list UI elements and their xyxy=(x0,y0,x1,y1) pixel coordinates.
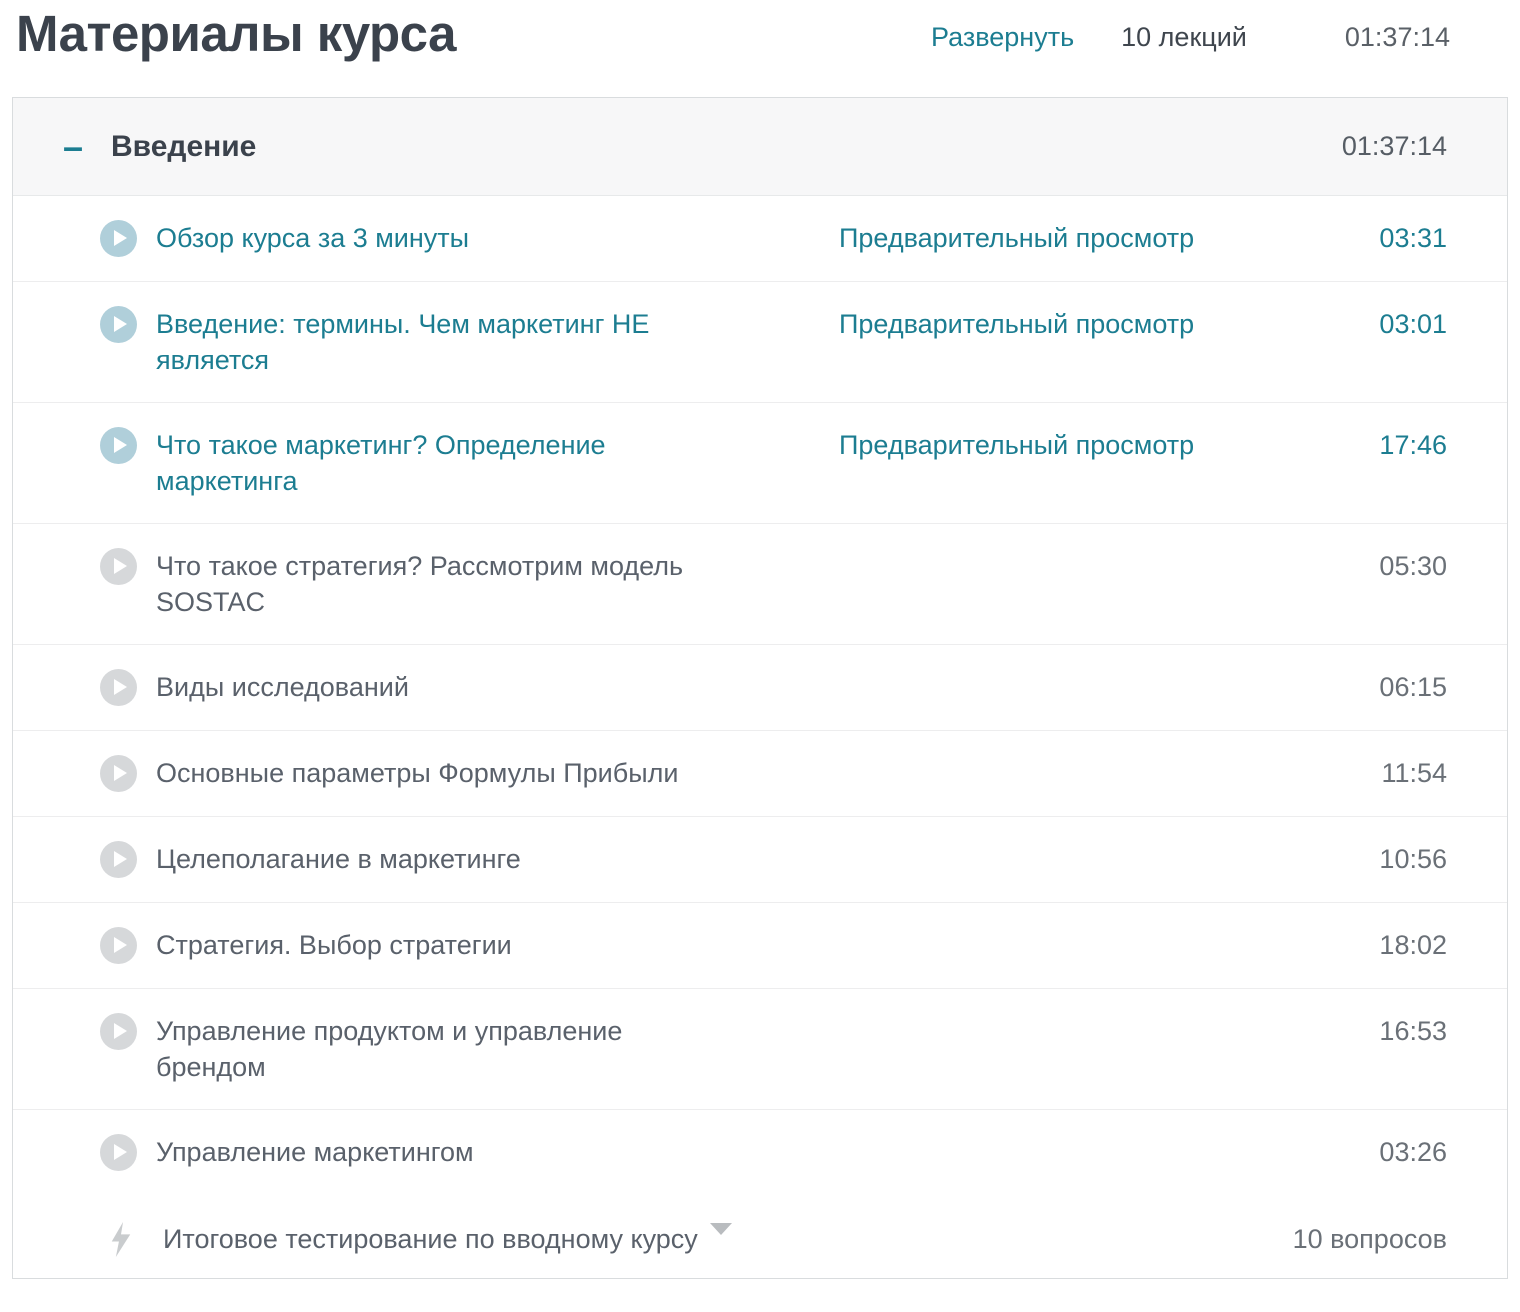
preview-badge[interactable]: Предварительный просмотр xyxy=(716,220,1247,256)
lightning-icon xyxy=(108,1221,134,1258)
quiz-questions-count: 10 вопросов xyxy=(1187,1221,1447,1257)
lecture-row[interactable]: Целеполагание в маркетинге 10:56 xyxy=(13,817,1507,903)
section-header-introduction[interactable]: – Введение 01:37:14 xyxy=(13,98,1507,196)
lecture-row[interactable]: Обзор курса за 3 минуты Предварительный … xyxy=(13,196,1507,282)
total-duration: 01:37:14 xyxy=(1345,22,1450,53)
lecture-duration: 11:54 xyxy=(1247,755,1447,791)
lecture-title[interactable]: Управление продуктом и управление брендо… xyxy=(156,1013,716,1085)
lecture-duration: 10:56 xyxy=(1247,841,1447,877)
play-icon xyxy=(100,841,137,878)
lecture-row[interactable]: Введение: термины. Чем маркетинг НЕ явля… xyxy=(13,282,1507,403)
lecture-title[interactable]: Стратегия. Выбор стратегии xyxy=(156,927,716,963)
quiz-row[interactable]: Итоговое тестирование по вводному курсу … xyxy=(13,1195,1507,1278)
lecture-title[interactable]: Основные параметры Формулы Прибыли xyxy=(156,755,716,791)
lecture-list: Обзор курса за 3 минуты Предварительный … xyxy=(13,196,1507,1195)
lecture-row[interactable]: Управление маркетингом 03:26 xyxy=(13,1110,1507,1195)
lecture-duration: 03:26 xyxy=(1247,1134,1447,1170)
lecture-duration: 16:53 xyxy=(1247,1013,1447,1049)
play-icon xyxy=(100,1013,137,1050)
lecture-duration: 05:30 xyxy=(1247,548,1447,584)
play-icon xyxy=(100,220,137,257)
quiz-main: Итоговое тестирование по вводному курсу xyxy=(163,1221,1187,1257)
preview-badge[interactable]: Предварительный просмотр xyxy=(716,306,1247,342)
play-icon xyxy=(100,927,137,964)
curriculum-summary: Развернуть 10 лекций 01:37:14 xyxy=(931,22,1450,53)
section-duration: 01:37:14 xyxy=(1342,131,1447,162)
curriculum-header: Материалы курса Развернуть 10 лекций 01:… xyxy=(0,0,1520,97)
lecture-title[interactable]: Обзор курса за 3 минуты xyxy=(156,220,716,256)
lecture-duration: 06:15 xyxy=(1247,669,1447,705)
lecture-title[interactable]: Виды исследований xyxy=(156,669,716,705)
lecture-title[interactable]: Введение: термины. Чем маркетинг НЕ явля… xyxy=(156,306,716,378)
lecture-row[interactable]: Виды исследований 06:15 xyxy=(13,645,1507,731)
lecture-title[interactable]: Управление маркетингом xyxy=(156,1134,716,1170)
quiz-title[interactable]: Итоговое тестирование по вводному курсу xyxy=(163,1224,698,1254)
lecture-row[interactable]: Основные параметры Формулы Прибыли 11:54 xyxy=(13,731,1507,817)
play-icon xyxy=(100,548,137,585)
lecture-row[interactable]: Что такое маркетинг? Определение маркети… xyxy=(13,403,1507,524)
minus-icon[interactable]: – xyxy=(63,129,111,165)
expand-all-link[interactable]: Развернуть xyxy=(931,22,1074,53)
lecture-duration: 03:01 xyxy=(1247,306,1447,342)
play-icon xyxy=(100,306,137,343)
play-icon xyxy=(100,669,137,706)
lecture-duration: 18:02 xyxy=(1247,927,1447,963)
curriculum-panel: – Введение 01:37:14 Обзор курса за 3 мин… xyxy=(12,97,1508,1279)
lecture-count: 10 лекций xyxy=(1121,22,1247,53)
play-icon xyxy=(100,427,137,464)
play-icon xyxy=(100,1134,137,1171)
lecture-title[interactable]: Что такое стратегия? Рассмотрим модель S… xyxy=(156,548,716,620)
lecture-row[interactable]: Стратегия. Выбор стратегии 18:02 xyxy=(13,903,1507,989)
lecture-title[interactable]: Целеполагание в маркетинге xyxy=(156,841,716,877)
course-materials-page: Материалы курса Развернуть 10 лекций 01:… xyxy=(0,0,1520,1312)
preview-badge[interactable]: Предварительный просмотр xyxy=(716,427,1247,463)
page-title: Материалы курса xyxy=(16,6,456,62)
lecture-duration: 17:46 xyxy=(1247,427,1447,463)
lecture-row[interactable]: Управление продуктом и управление брендо… xyxy=(13,989,1507,1110)
lecture-title[interactable]: Что такое маркетинг? Определение маркети… xyxy=(156,427,716,499)
lecture-duration: 03:31 xyxy=(1247,220,1447,256)
play-icon xyxy=(100,755,137,792)
caret-down-icon[interactable] xyxy=(710,1223,732,1252)
lecture-row[interactable]: Что такое стратегия? Рассмотрим модель S… xyxy=(13,524,1507,645)
section-title: Введение xyxy=(111,130,1342,164)
